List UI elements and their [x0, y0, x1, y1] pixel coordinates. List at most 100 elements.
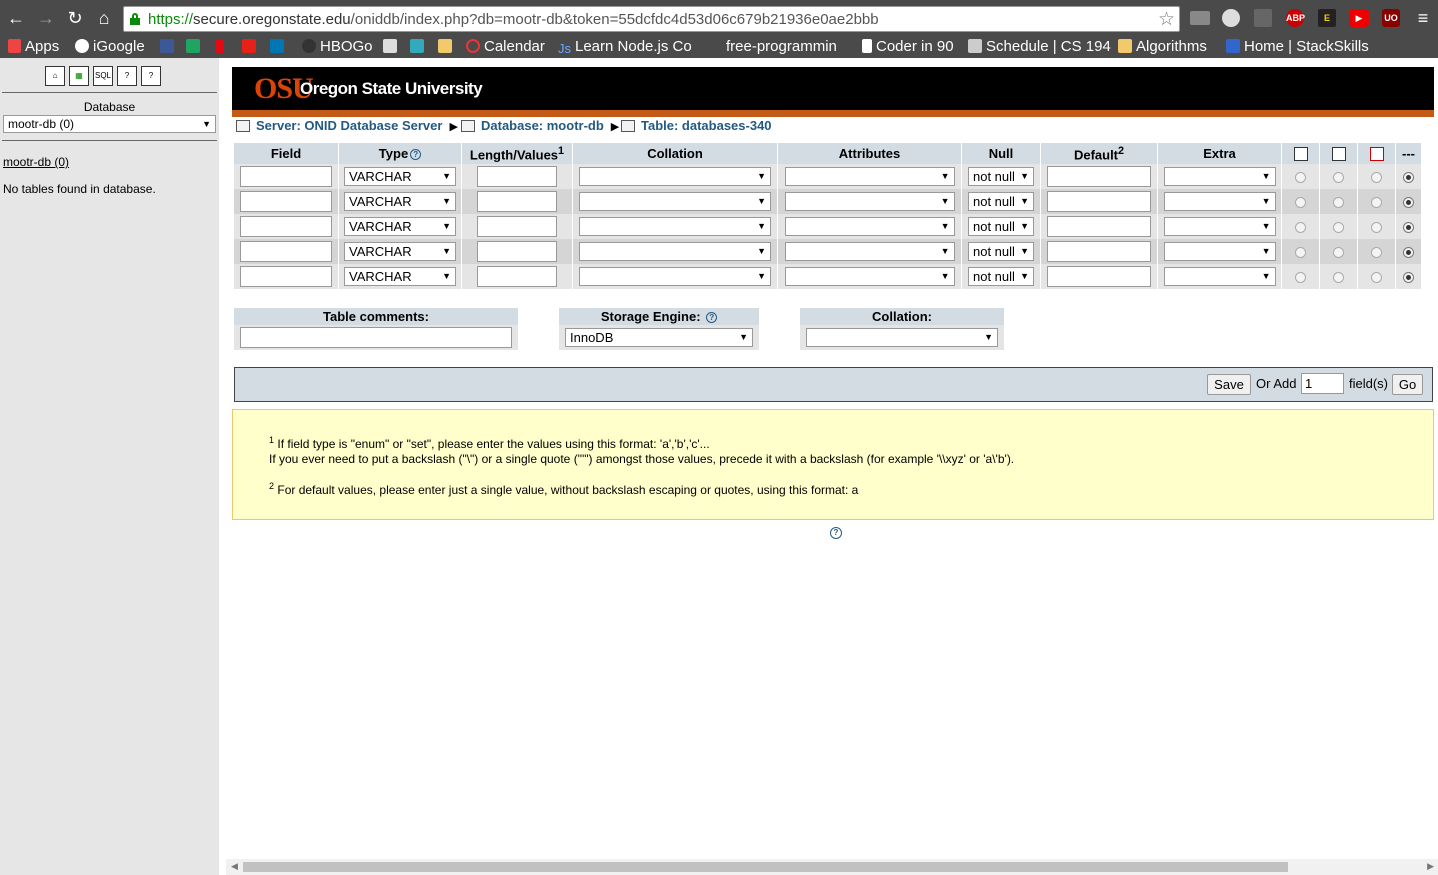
- exit-icon[interactable]: ▦: [69, 66, 89, 86]
- bookmark-facebook[interactable]: [160, 37, 174, 57]
- no-index-radio[interactable]: [1403, 172, 1414, 184]
- primary-radio[interactable]: [1295, 197, 1306, 209]
- bookmark-learn-node[interactable]: Js Learn Node.js Co: [558, 37, 692, 57]
- bookmark-star-icon[interactable]: ☆: [1158, 8, 1175, 31]
- field-attributes-select[interactable]: ▼: [784, 192, 955, 211]
- field-attributes-select[interactable]: ▼: [784, 217, 955, 236]
- field-extra-select[interactable]: ▼: [1163, 217, 1276, 236]
- no-index-radio[interactable]: [1403, 222, 1414, 234]
- field-length-input[interactable]: [477, 191, 557, 212]
- scroll-left-icon[interactable]: ◀: [231, 861, 238, 872]
- field-null-select[interactable]: not null ▼: [968, 217, 1034, 236]
- field-null-select[interactable]: not null ▼: [968, 192, 1034, 211]
- field-null-select[interactable]: not null ▼: [968, 167, 1034, 186]
- storage-engine-select[interactable]: InnoDB ▼: [565, 328, 753, 347]
- help-icon[interactable]: ?: [410, 149, 422, 160]
- database-select[interactable]: mootr-db (0) ▼: [3, 115, 216, 133]
- field-type-select[interactable]: VARCHAR ▼: [344, 217, 456, 236]
- field-collation-select[interactable]: ▼: [579, 267, 771, 286]
- back-icon[interactable]: ←: [5, 7, 27, 29]
- video-extension-icon[interactable]: ▶: [1349, 9, 1369, 27]
- bookmark-hbogo[interactable]: HBOGo: [302, 37, 373, 57]
- field-length-input[interactable]: [477, 241, 557, 262]
- field-extra-select[interactable]: ▼: [1163, 267, 1276, 286]
- field-default-input[interactable]: [1047, 266, 1151, 287]
- field-name-input[interactable]: [240, 166, 332, 187]
- mail-icon[interactable]: [1190, 11, 1210, 25]
- primary-radio[interactable]: [1295, 172, 1306, 184]
- bookmark-p[interactable]: [383, 37, 397, 57]
- bookmark-linkedin[interactable]: [270, 37, 284, 57]
- menu-icon[interactable]: ≡: [1412, 7, 1434, 29]
- index-radio[interactable]: [1333, 172, 1344, 184]
- home-icon[interactable]: ⌂: [93, 7, 115, 29]
- field-attributes-select[interactable]: ▼: [784, 242, 955, 261]
- index-radio[interactable]: [1333, 272, 1344, 284]
- field-name-input[interactable]: [240, 241, 332, 262]
- no-index-radio[interactable]: [1403, 272, 1414, 284]
- field-extra-select[interactable]: ▼: [1163, 167, 1276, 186]
- horizontal-scrollbar[interactable]: ◀ ▶: [226, 859, 1438, 875]
- docs-icon[interactable]: ?: [141, 66, 161, 86]
- help-icon[interactable]: ?: [706, 312, 718, 323]
- field-length-input[interactable]: [477, 166, 557, 187]
- bookmark-stackskills[interactable]: Home | StackSkills: [1226, 37, 1369, 57]
- bookmark-coder-in-90[interactable]: Coder in 90: [862, 37, 954, 57]
- field-length-input[interactable]: [477, 266, 557, 287]
- primary-radio[interactable]: [1295, 272, 1306, 284]
- field-null-select[interactable]: not null ▼: [968, 267, 1034, 286]
- bookmark-apps[interactable]: Apps: [8, 37, 59, 57]
- table-comments-input[interactable]: [240, 327, 512, 348]
- field-collation-select[interactable]: ▼: [579, 167, 771, 186]
- field-type-select[interactable]: VARCHAR ▼: [344, 167, 456, 186]
- field-extra-select[interactable]: ▼: [1163, 192, 1276, 211]
- bookmark-folder[interactable]: [438, 37, 452, 57]
- query-window-icon[interactable]: ?: [117, 66, 137, 86]
- field-default-input[interactable]: [1047, 216, 1151, 237]
- go-button[interactable]: Go: [1392, 374, 1423, 395]
- add-fields-count-input[interactable]: 1: [1301, 373, 1344, 394]
- bookmark-calendar[interactable]: Calendar: [466, 37, 545, 57]
- unique-radio[interactable]: [1371, 272, 1382, 284]
- breadcrumb-database[interactable]: Database: mootr-db ▶: [461, 118, 619, 133]
- adblock-icon[interactable]: ABP: [1286, 9, 1305, 27]
- chat-icon[interactable]: [1222, 9, 1240, 27]
- index-radio[interactable]: [1333, 222, 1344, 234]
- bookmark-igoogle[interactable]: iGoogle: [75, 37, 145, 57]
- field-type-select[interactable]: VARCHAR ▼: [344, 242, 456, 261]
- bookmark-drive[interactable]: [186, 37, 200, 57]
- breadcrumb-table[interactable]: Table: databases-340: [621, 118, 772, 133]
- unique-radio[interactable]: [1371, 247, 1382, 259]
- field-null-select[interactable]: not null ▼: [968, 242, 1034, 261]
- field-collation-select[interactable]: ▼: [579, 217, 771, 236]
- field-name-input[interactable]: [240, 216, 332, 237]
- field-collation-select[interactable]: ▼: [579, 242, 771, 261]
- field-extra-select[interactable]: ▼: [1163, 242, 1276, 261]
- field-default-input[interactable]: [1047, 241, 1151, 262]
- field-default-input[interactable]: [1047, 191, 1151, 212]
- no-index-radio[interactable]: [1403, 247, 1414, 259]
- frame-divider[interactable]: [219, 58, 231, 875]
- ublock-icon[interactable]: UO: [1382, 9, 1400, 27]
- field-name-input[interactable]: [240, 191, 332, 212]
- address-bar[interactable]: https://secure.oregonstate.edu/oniddb/in…: [123, 6, 1180, 32]
- home-icon[interactable]: ⌂: [45, 66, 65, 86]
- index-radio[interactable]: [1333, 247, 1344, 259]
- cast-icon[interactable]: [1254, 9, 1272, 27]
- index-radio[interactable]: [1333, 197, 1344, 209]
- field-default-input[interactable]: [1047, 166, 1151, 187]
- field-length-input[interactable]: [477, 216, 557, 237]
- reload-icon[interactable]: ↻: [64, 7, 86, 29]
- table-collation-select[interactable]: ▼: [806, 328, 998, 347]
- field-attributes-select[interactable]: ▼: [784, 267, 955, 286]
- bookmark-algorithms[interactable]: Algorithms: [1118, 37, 1207, 57]
- help-icon[interactable]: ?: [830, 527, 842, 539]
- extension-e-icon[interactable]: E: [1318, 9, 1336, 27]
- database-link[interactable]: mootr-db (0): [3, 155, 69, 169]
- save-button[interactable]: Save: [1207, 374, 1251, 395]
- no-index-radio[interactable]: [1403, 197, 1414, 209]
- unique-radio[interactable]: [1371, 197, 1382, 209]
- field-type-select[interactable]: VARCHAR ▼: [344, 267, 456, 286]
- scroll-right-icon[interactable]: ▶: [1427, 861, 1434, 872]
- field-attributes-select[interactable]: ▼: [784, 167, 955, 186]
